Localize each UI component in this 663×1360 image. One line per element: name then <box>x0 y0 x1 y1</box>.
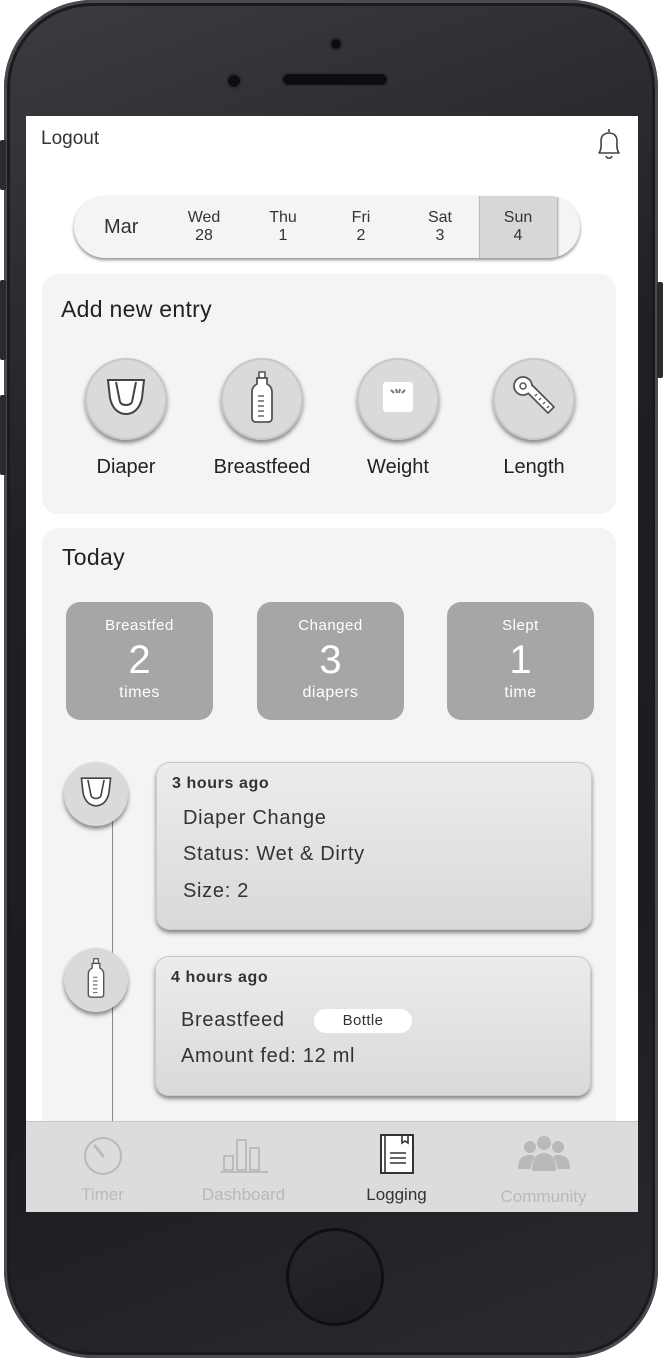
log-entry-breastfeed[interactable]: 4 hours ago Breastfeed Bottle Amount fed… <box>155 956 591 1096</box>
add-breastfeed-button[interactable]: Breastfeed <box>212 358 312 479</box>
day-name: Sat <box>427 209 452 226</box>
add-entry-title: Add new entry <box>61 296 212 322</box>
today-title: Today <box>62 544 125 570</box>
tab-logging[interactable]: Logging <box>320 1122 473 1212</box>
day-number: 4 <box>513 227 523 244</box>
timer-icon <box>81 1132 125 1181</box>
volume-down-button <box>0 395 6 475</box>
bottom-tab-bar: Timer Dashboard Logging Community <box>26 1121 638 1212</box>
stat-value: 1 <box>509 638 532 682</box>
add-diaper-button[interactable]: Diaper <box>76 358 176 479</box>
day-name: Wed <box>187 209 221 226</box>
log-time: 4 hours ago <box>171 969 269 986</box>
diaper-icon <box>78 775 114 814</box>
chart-icon <box>219 1134 268 1179</box>
proximity-sensor <box>226 73 242 89</box>
timeline-diaper-icon <box>64 762 128 826</box>
tape-measure-icon <box>510 373 558 426</box>
stat-value: 3 <box>319 638 342 682</box>
day-name: Fri <box>351 209 371 226</box>
timeline-bottle-icon <box>64 948 128 1012</box>
add-length-button[interactable]: Length <box>484 358 584 479</box>
logout-link[interactable]: Logout <box>41 128 99 150</box>
bottle-icon <box>86 957 106 1004</box>
stat-unit: times <box>119 684 160 701</box>
bottle-badge: Bottle <box>314 1009 412 1033</box>
log-status: Status: Wet & Dirty <box>183 843 365 865</box>
bottle-icon <box>249 370 275 429</box>
bell-icon[interactable] <box>592 126 626 162</box>
tab-label: Community <box>500 1187 587 1206</box>
notebook-icon <box>379 1133 415 1180</box>
day-thu[interactable]: Thu 1 <box>245 209 321 245</box>
day-number: 28 <box>195 227 213 244</box>
date-selector: Mar Wed 28 Thu 1 Fri 2 Sat 3 Sun 4 <box>74 196 580 258</box>
day-name: Thu <box>269 209 297 226</box>
top-bar: Logout <box>26 116 638 176</box>
log-amount: Amount fed: 12 ml <box>181 1045 356 1067</box>
stat-unit: diapers <box>302 684 359 701</box>
day-sat[interactable]: Sat 3 <box>402 209 478 245</box>
day-number: 1 <box>278 227 288 244</box>
stat-unit: time <box>504 684 537 701</box>
earpiece-speaker <box>281 72 389 87</box>
mute-switch <box>0 140 6 190</box>
add-weight-button[interactable]: Weight <box>348 358 448 479</box>
day-sun-selected[interactable]: Sun 4 <box>479 196 557 258</box>
stat-label: Slept <box>502 617 539 634</box>
scale-icon <box>383 381 413 417</box>
log-title: Diaper Change <box>183 807 327 829</box>
tab-label: Logging <box>366 1185 427 1204</box>
stat-label: Breastfed <box>105 617 174 634</box>
stat-slept: Slept 1 time <box>447 602 594 720</box>
entry-label: Diaper <box>96 456 156 478</box>
add-entry-card: Add new entry Diaper Breastfeed Weight L… <box>42 274 616 514</box>
log-time: 3 hours ago <box>172 775 270 792</box>
entry-label: Weight <box>367 456 429 478</box>
log-entry-diaper[interactable]: 3 hours ago Diaper Change Status: Wet & … <box>156 762 592 930</box>
people-icon <box>516 1135 572 1178</box>
day-wed[interactable]: Wed 28 <box>166 209 242 245</box>
volume-up-button <box>0 280 6 360</box>
tab-timer[interactable]: Timer <box>26 1122 179 1212</box>
front-camera <box>329 37 343 51</box>
log-size: Size: 2 <box>183 880 250 902</box>
log-title: Breastfeed <box>181 1009 285 1031</box>
stat-value: 2 <box>128 638 151 682</box>
day-name: Sun <box>503 209 533 226</box>
tab-label: Dashboard <box>201 1185 286 1204</box>
stat-breastfed: Breastfed 2 times <box>66 602 213 720</box>
stat-label: Changed <box>298 617 363 634</box>
entry-label: Breastfeed <box>213 456 311 478</box>
home-button[interactable] <box>286 1228 384 1326</box>
month-label: Mar <box>104 216 139 238</box>
tab-label: Timer <box>81 1185 124 1204</box>
tab-community[interactable]: Community <box>467 1122 620 1212</box>
day-number: 3 <box>435 227 445 244</box>
day-fri[interactable]: Fri 2 <box>323 209 399 245</box>
day-number: 2 <box>356 227 366 244</box>
entry-label: Length <box>503 456 565 478</box>
diaper-icon <box>104 376 148 423</box>
tab-dashboard[interactable]: Dashboard <box>167 1122 320 1212</box>
today-card: Today Breastfed 2 times Changed 3 diaper… <box>42 528 616 1148</box>
app-screen: Logout Mar Wed 28 Thu 1 Fri 2 Sat 3 Sun <box>26 116 638 1212</box>
power-button <box>657 282 663 378</box>
stat-changed: Changed 3 diapers <box>257 602 404 720</box>
